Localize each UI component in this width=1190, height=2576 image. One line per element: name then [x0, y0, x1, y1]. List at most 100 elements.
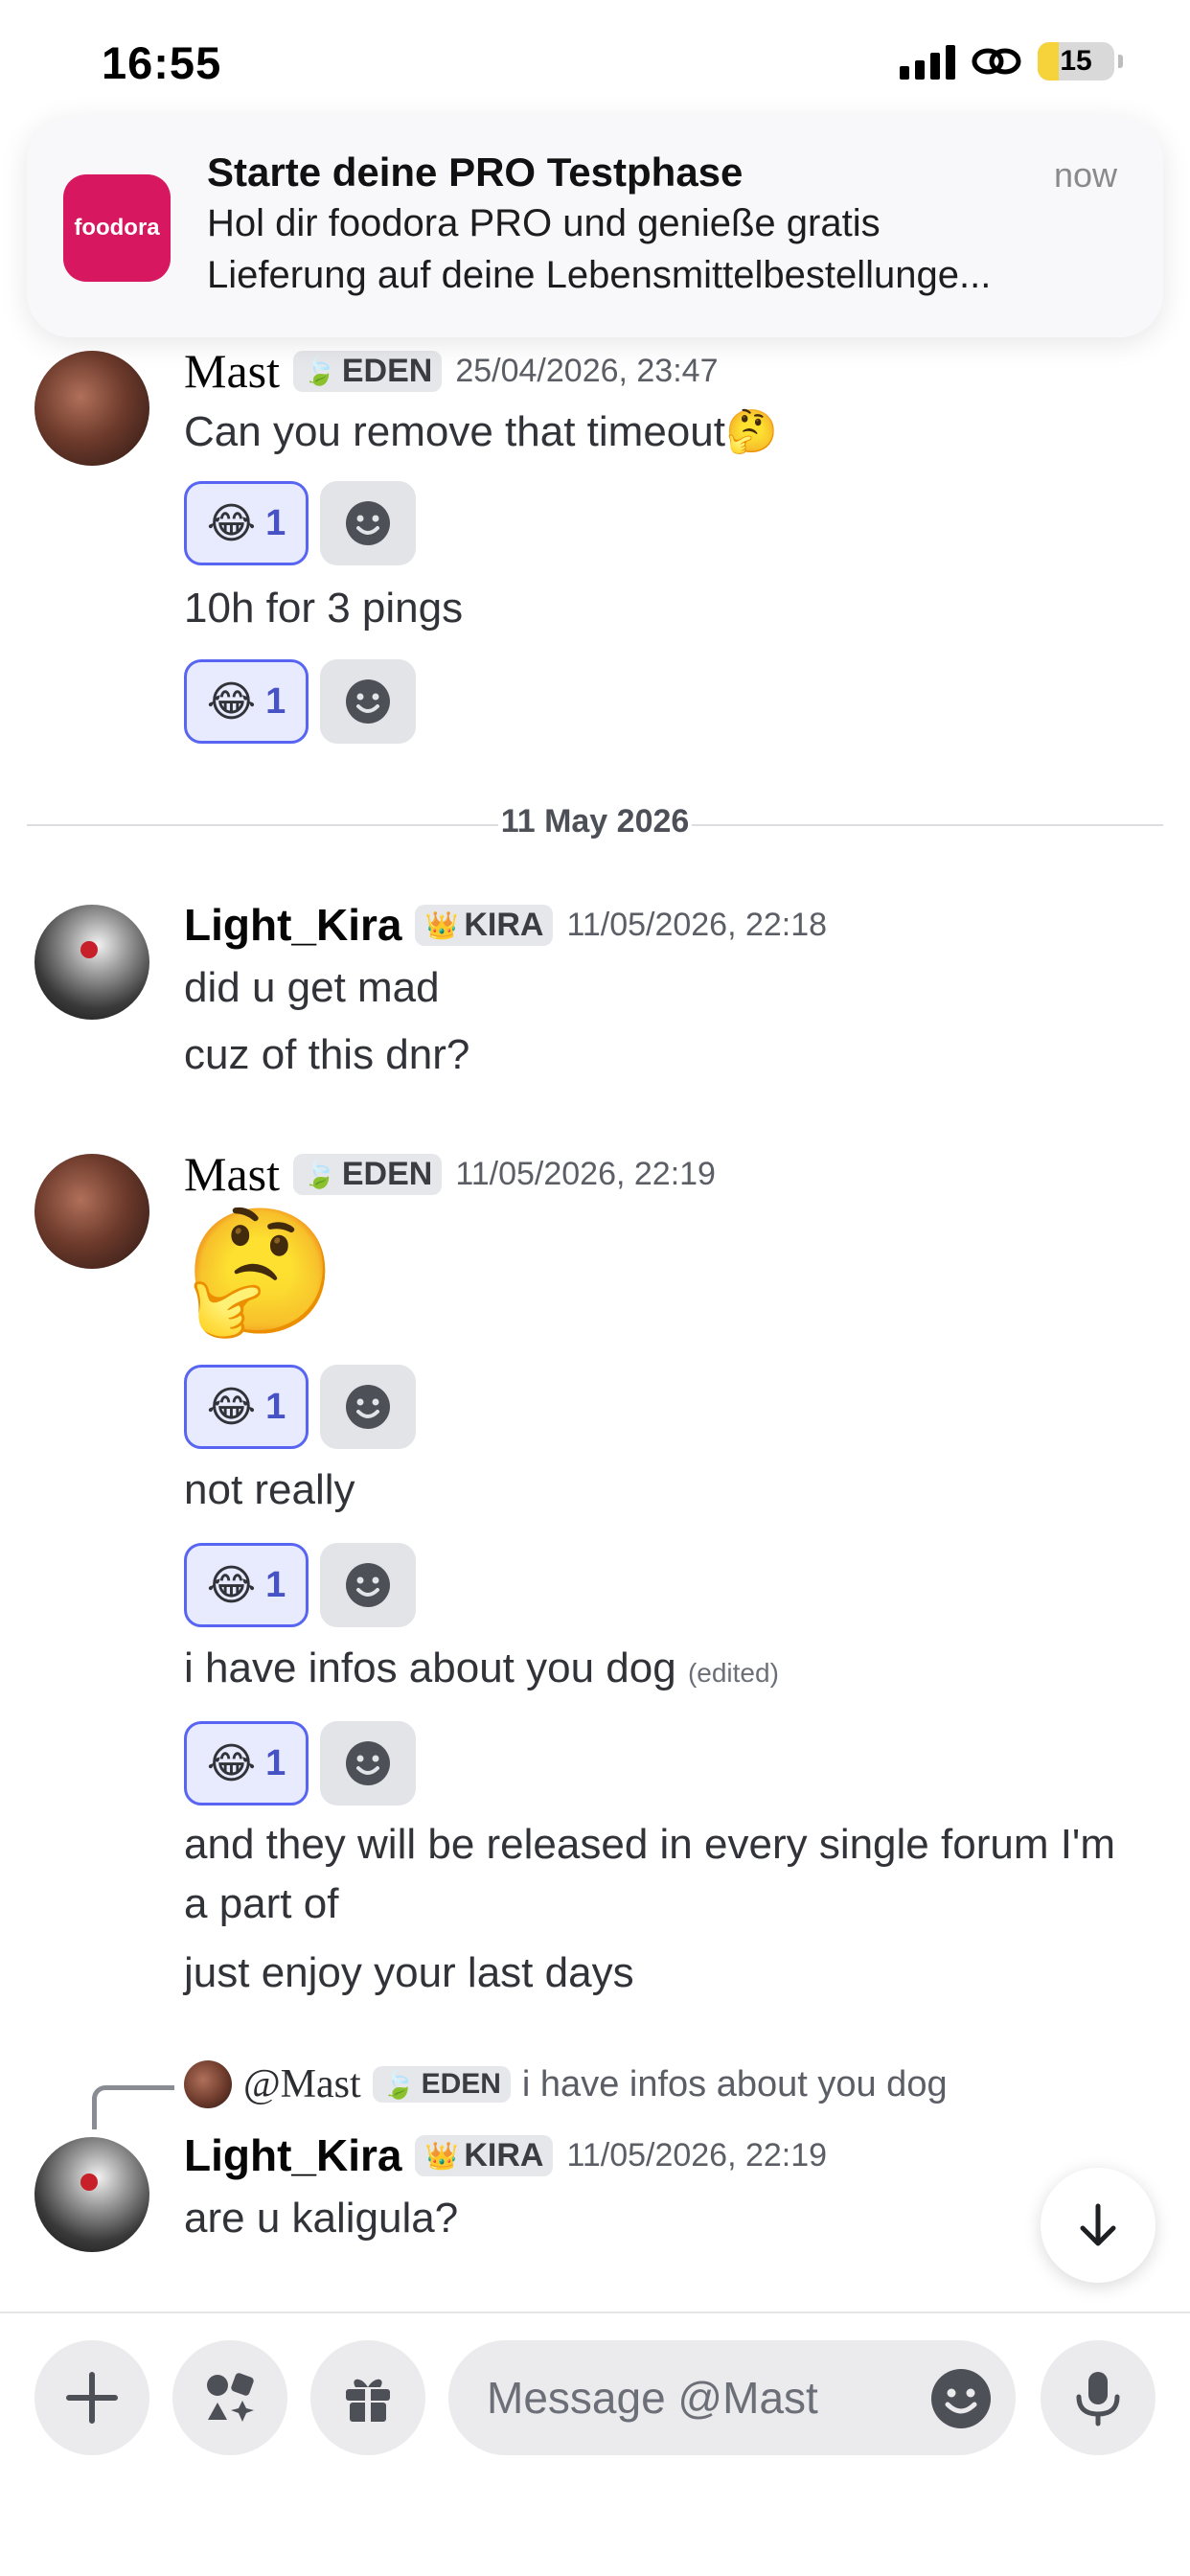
username[interactable]: Light_Kira	[184, 2129, 401, 2181]
reply-connector	[92, 2085, 174, 2129]
reaction-emoji: 😂	[206, 678, 257, 725]
add-reaction-button[interactable]	[320, 659, 416, 744]
notification-title: Starte deine PRO Testphase	[207, 150, 744, 195]
notification-time: now	[1053, 155, 1117, 195]
reaction-laugh[interactable]: 😂 1	[184, 481, 309, 565]
reply-preview[interactable]: @Mast 🍃 EDEN i have infos about you dog	[184, 2060, 948, 2108]
leaf-icon: 🍃	[303, 1159, 336, 1189]
edited-label: (edited)	[687, 1658, 779, 1688]
clock: 16:55	[102, 37, 222, 88]
jump-to-present-button[interactable]	[1041, 2168, 1156, 2283]
emoji-icon[interactable]	[929, 2367, 993, 2430]
reply-avatar	[184, 2060, 232, 2108]
reaction-count: 1	[265, 1564, 286, 1605]
arrow-down-icon	[1080, 2203, 1116, 2246]
timestamp: 11/05/2026, 22:19	[455, 1155, 716, 1192]
guild-tag[interactable]: 👑 KIRA	[415, 904, 554, 946]
crown-icon: 👑	[424, 909, 459, 940]
reaction-laugh[interactable]: 😂 1	[184, 1365, 309, 1449]
crown-icon: 👑	[424, 2140, 459, 2171]
emoji-icon	[346, 501, 390, 545]
timestamp: 11/05/2026, 22:18	[566, 906, 828, 943]
battery-icon: 15	[1038, 42, 1114, 80]
username[interactable]: Mast	[184, 1146, 280, 1202]
message-input[interactable]	[485, 2369, 887, 2426]
guild-tag[interactable]: 🍃 EDEN	[293, 1153, 443, 1195]
add-reaction-button[interactable]	[320, 481, 416, 565]
plus-icon	[66, 2372, 118, 2424]
message-text[interactable]: are u kaligula?	[184, 2195, 458, 2242]
avatar[interactable]	[34, 905, 149, 1020]
notification-body-line: Hol dir foodora PRO und genieße gratis	[207, 202, 881, 244]
emoji-icon	[346, 679, 390, 724]
reaction-bar: 😂 1	[184, 659, 416, 744]
reaction-emoji: 😂	[206, 1561, 257, 1609]
guild-tag-label: KIRA	[464, 906, 544, 943]
message-header: Light_Kira 👑 KIRA 11/05/2026, 22:19	[184, 2129, 827, 2181]
guild-tag-label: EDEN	[421, 2068, 501, 2100]
reaction-count: 1	[265, 502, 286, 543]
reaction-count: 1	[265, 1742, 286, 1783]
reaction-emoji: 😂	[206, 1739, 257, 1787]
guild-tag-label: EDEN	[341, 352, 433, 389]
signal-icon	[900, 43, 955, 80]
message-text[interactable]: a part of	[184, 1880, 338, 1928]
reaction-laugh[interactable]: 😂 1	[184, 1543, 309, 1627]
message-text[interactable]: cuz of this dnr?	[184, 1031, 469, 1079]
username[interactable]: Light_Kira	[184, 899, 401, 951]
avatar[interactable]	[34, 351, 149, 466]
date-divider: 11 May 2026	[498, 803, 692, 840]
battery-level: 15	[1060, 45, 1092, 77]
message-text[interactable]: 10h for 3 pings	[184, 585, 463, 632]
gift-button[interactable]	[310, 2340, 425, 2455]
battery-tip	[1118, 55, 1123, 68]
leaf-icon: 🍃	[303, 356, 336, 386]
message-text[interactable]: i have infos about you dog (edited)	[184, 1644, 779, 1692]
reaction-bar: 😂 1	[184, 1543, 416, 1627]
username[interactable]: Mast	[184, 343, 280, 399]
reply-guild-tag: 🍃 EDEN	[372, 2066, 511, 2103]
timestamp: 25/04/2026, 23:47	[455, 352, 719, 389]
reaction-bar: 😂 1	[184, 1365, 416, 1449]
avatar[interactable]	[34, 2137, 149, 2252]
guild-tag-label: KIRA	[464, 2136, 544, 2174]
reaction-bar: 😂 1	[184, 481, 416, 565]
reply-text: i have infos about you dog	[521, 2063, 948, 2104]
message-text[interactable]: and they will be released in every singl…	[184, 1821, 1115, 1869]
message-text[interactable]: just enjoy your last days	[184, 1949, 634, 1997]
message-text[interactable]: Can you remove that timeout🤔	[184, 406, 778, 456]
message-text[interactable]: did u get mad	[184, 964, 440, 1012]
status-bar: 16:55 15	[0, 0, 1190, 125]
reaction-bar: 😂 1	[184, 1721, 416, 1806]
reaction-count: 1	[265, 1386, 286, 1427]
link-icon	[972, 48, 1021, 75]
composer-bar	[0, 2312, 1190, 2576]
notification-body: Hol dir foodora PRO und genieße gratis L…	[207, 197, 1136, 301]
message-header: Mast 🍃 EDEN 11/05/2026, 22:19	[184, 1146, 716, 1202]
push-notification[interactable]: foodora Starte deine PRO Testphase now H…	[27, 117, 1163, 337]
emoji-icon	[346, 1385, 390, 1429]
emoji-icon	[346, 1563, 390, 1607]
add-reaction-button[interactable]	[320, 1721, 416, 1806]
guild-tag[interactable]: 👑 KIRA	[415, 2134, 554, 2176]
guild-tag[interactable]: 🍃 EDEN	[293, 350, 443, 392]
timestamp: 11/05/2026, 22:19	[566, 2136, 828, 2174]
message-text-content: i have infos about you dog	[184, 1644, 676, 1691]
message-text[interactable]: not really	[184, 1466, 355, 1514]
reaction-laugh[interactable]: 😂 1	[184, 659, 309, 744]
notification-body-line: Lieferung auf deine Lebensmittelbestellu…	[207, 254, 992, 296]
avatar[interactable]	[34, 1154, 149, 1269]
gift-icon	[346, 2379, 390, 2422]
reaction-laugh[interactable]: 😂 1	[184, 1721, 309, 1806]
guild-tag-label: EDEN	[341, 1155, 433, 1192]
leaf-icon: 🍃	[381, 2069, 416, 2100]
reaction-emoji: 😂	[206, 499, 257, 547]
microphone-icon	[1076, 2372, 1120, 2426]
voice-message-button[interactable]	[1041, 2340, 1156, 2455]
add-reaction-button[interactable]	[320, 1543, 416, 1627]
message-header: Light_Kira 👑 KIRA 11/05/2026, 22:18	[184, 899, 827, 951]
attach-button[interactable]	[34, 2340, 149, 2455]
add-reaction-button[interactable]	[320, 1365, 416, 1449]
apps-button[interactable]	[172, 2340, 287, 2455]
jumbo-emoji[interactable]: 🤔	[184, 1206, 336, 1340]
